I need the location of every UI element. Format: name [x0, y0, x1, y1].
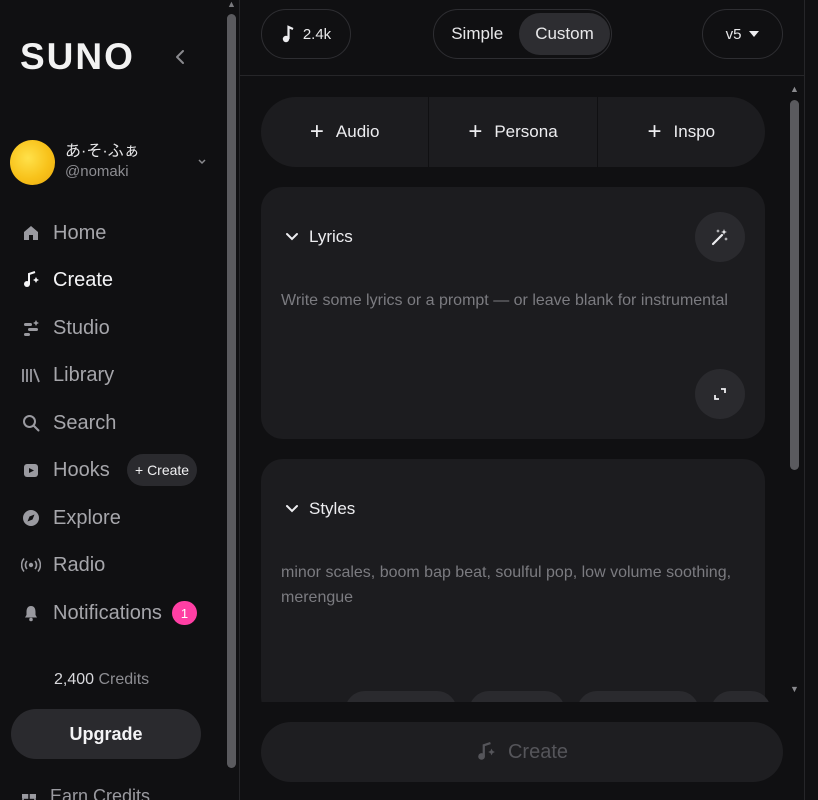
mode-toggle: Simple Custom — [433, 9, 612, 59]
sidebar-item-explore[interactable]: Explore — [20, 500, 121, 536]
home-icon — [20, 222, 42, 244]
avatar — [10, 139, 55, 185]
lyrics-section: Lyrics Write some lyrics or a prompt — o… — [261, 187, 765, 439]
sidebar-item-radio[interactable]: Radio — [20, 547, 105, 583]
sidebar-item-label: Search — [53, 411, 117, 434]
sidebar-item-hooks[interactable]: Hooks — [20, 452, 110, 488]
compass-icon — [20, 507, 42, 529]
chevron-down-icon — [285, 232, 299, 242]
credits-display: 2,400 Credits — [54, 671, 149, 689]
main-scrollbar-thumb[interactable] — [790, 100, 799, 470]
add-persona-label: Persona — [494, 122, 558, 141]
hooks-create-button[interactable]: + Create — [127, 454, 198, 486]
plus-icon: + — [468, 118, 483, 145]
expand-lyrics-button[interactable] — [695, 369, 745, 419]
music-note-icon — [281, 25, 295, 43]
radio-icon — [20, 554, 42, 576]
scroll-down-arrow-icon[interactable]: ▼ — [789, 684, 800, 694]
sidebar-item-label: Notifications — [53, 601, 162, 624]
sidebar-item-create[interactable]: Create — [20, 262, 113, 298]
lyrics-input[interactable]: Write some lyrics or a prompt — or leave… — [281, 288, 751, 313]
create-music-icon — [20, 269, 42, 291]
sidebar: SUNO あ·そ·ふぁ @nomaki Home Create Studio L… — [0, 0, 224, 800]
add-inspo-button[interactable]: + Inspo — [598, 97, 765, 167]
mode-custom-button[interactable]: Custom — [519, 13, 610, 55]
profile-handle: @nomaki — [65, 163, 129, 180]
top-bar: 2.4k Simple Custom v5 — [240, 0, 804, 76]
sidebar-item-notifications[interactable]: Notifications — [20, 595, 162, 631]
sidebar-item-label: Hooks — [53, 458, 110, 481]
magic-wand-icon — [711, 229, 728, 246]
version-select[interactable]: v5 — [702, 9, 783, 59]
add-inspo-label: Inspo — [673, 122, 716, 141]
sidebar-item-search[interactable]: Search — [20, 405, 116, 441]
sidebar-item-label: Create — [53, 268, 114, 291]
styles-title: Styles — [309, 499, 356, 518]
caret-down-icon — [749, 31, 760, 37]
profile-name: あ·そ·ふぁ — [65, 143, 140, 160]
styles-toggle[interactable]: Styles — [285, 499, 355, 519]
expand-icon — [714, 388, 726, 400]
create-music-icon — [476, 742, 496, 762]
add-audio-button[interactable]: + Audio — [261, 97, 430, 167]
add-audio-label: Audio — [335, 122, 380, 141]
styles-input[interactable]: minor scales, boom bap beat, soulful pop… — [281, 560, 751, 610]
earn-credits-label: Earn Credits — [50, 786, 151, 800]
lyrics-title: Lyrics — [309, 227, 353, 246]
chevron-left-icon — [176, 50, 184, 64]
right-panel-edge — [804, 0, 818, 800]
sidebar-item-home[interactable]: Home — [20, 215, 106, 251]
sidebar-item-label: Studio — [53, 316, 110, 339]
create-button-label: Create — [507, 740, 569, 763]
plus-icon: + — [309, 118, 324, 145]
create-button[interactable]: Create — [261, 722, 783, 782]
suno-logo[interactable]: SUNO — [20, 36, 135, 78]
sidebar-item-label: Radio — [53, 553, 106, 576]
credits-label: Credits — [98, 671, 150, 688]
sidebar-item-label: Explore — [53, 506, 121, 529]
sidebar-item-label: Home — [53, 221, 107, 244]
sidebar-item-label: Library — [53, 363, 115, 386]
notifications-badge: 1 — [172, 601, 197, 625]
sidebar-scrollbar-thumb[interactable] — [227, 14, 236, 768]
version-label: v5 — [725, 25, 742, 43]
chevron-down-icon — [194, 158, 210, 166]
profile-menu[interactable]: あ·そ·ふぁ @nomaki — [10, 138, 210, 186]
sidebar-item-studio[interactable]: Studio — [20, 310, 110, 346]
library-icon — [20, 364, 42, 386]
lyrics-toggle[interactable]: Lyrics — [285, 227, 353, 247]
mode-simple-button[interactable]: Simple — [435, 13, 519, 55]
styles-section: Styles minor scales, boom bap beat, soul… — [261, 459, 771, 731]
add-persona-button[interactable]: + Persona — [429, 97, 598, 167]
add-options-row: + Audio + Persona + Inspo — [261, 97, 765, 167]
plus-icon: + — [647, 118, 662, 145]
credits-amount: 2,400 — [54, 671, 95, 688]
search-icon — [20, 412, 42, 434]
credits-pill[interactable]: 2.4k — [261, 9, 351, 59]
collapse-sidebar-button[interactable] — [170, 46, 190, 68]
studio-icon — [20, 317, 42, 339]
bell-icon — [20, 602, 42, 624]
scroll-up-arrow-icon[interactable]: ▲ — [789, 84, 800, 94]
chevron-down-icon — [285, 504, 299, 514]
gift-icon — [22, 793, 36, 800]
upgrade-button[interactable]: Upgrade — [11, 709, 201, 759]
sidebar-item-earn-credits[interactable]: Earn Credits — [20, 786, 150, 800]
generate-lyrics-button[interactable] — [695, 212, 745, 262]
scroll-up-arrow-icon[interactable]: ▲ — [227, 0, 236, 9]
credits-count: 2.4k — [302, 25, 332, 43]
hooks-icon — [20, 459, 42, 481]
create-panel: 2.4k Simple Custom v5 + Audio + Persona … — [240, 0, 804, 800]
sidebar-item-library[interactable]: Library — [20, 357, 114, 393]
